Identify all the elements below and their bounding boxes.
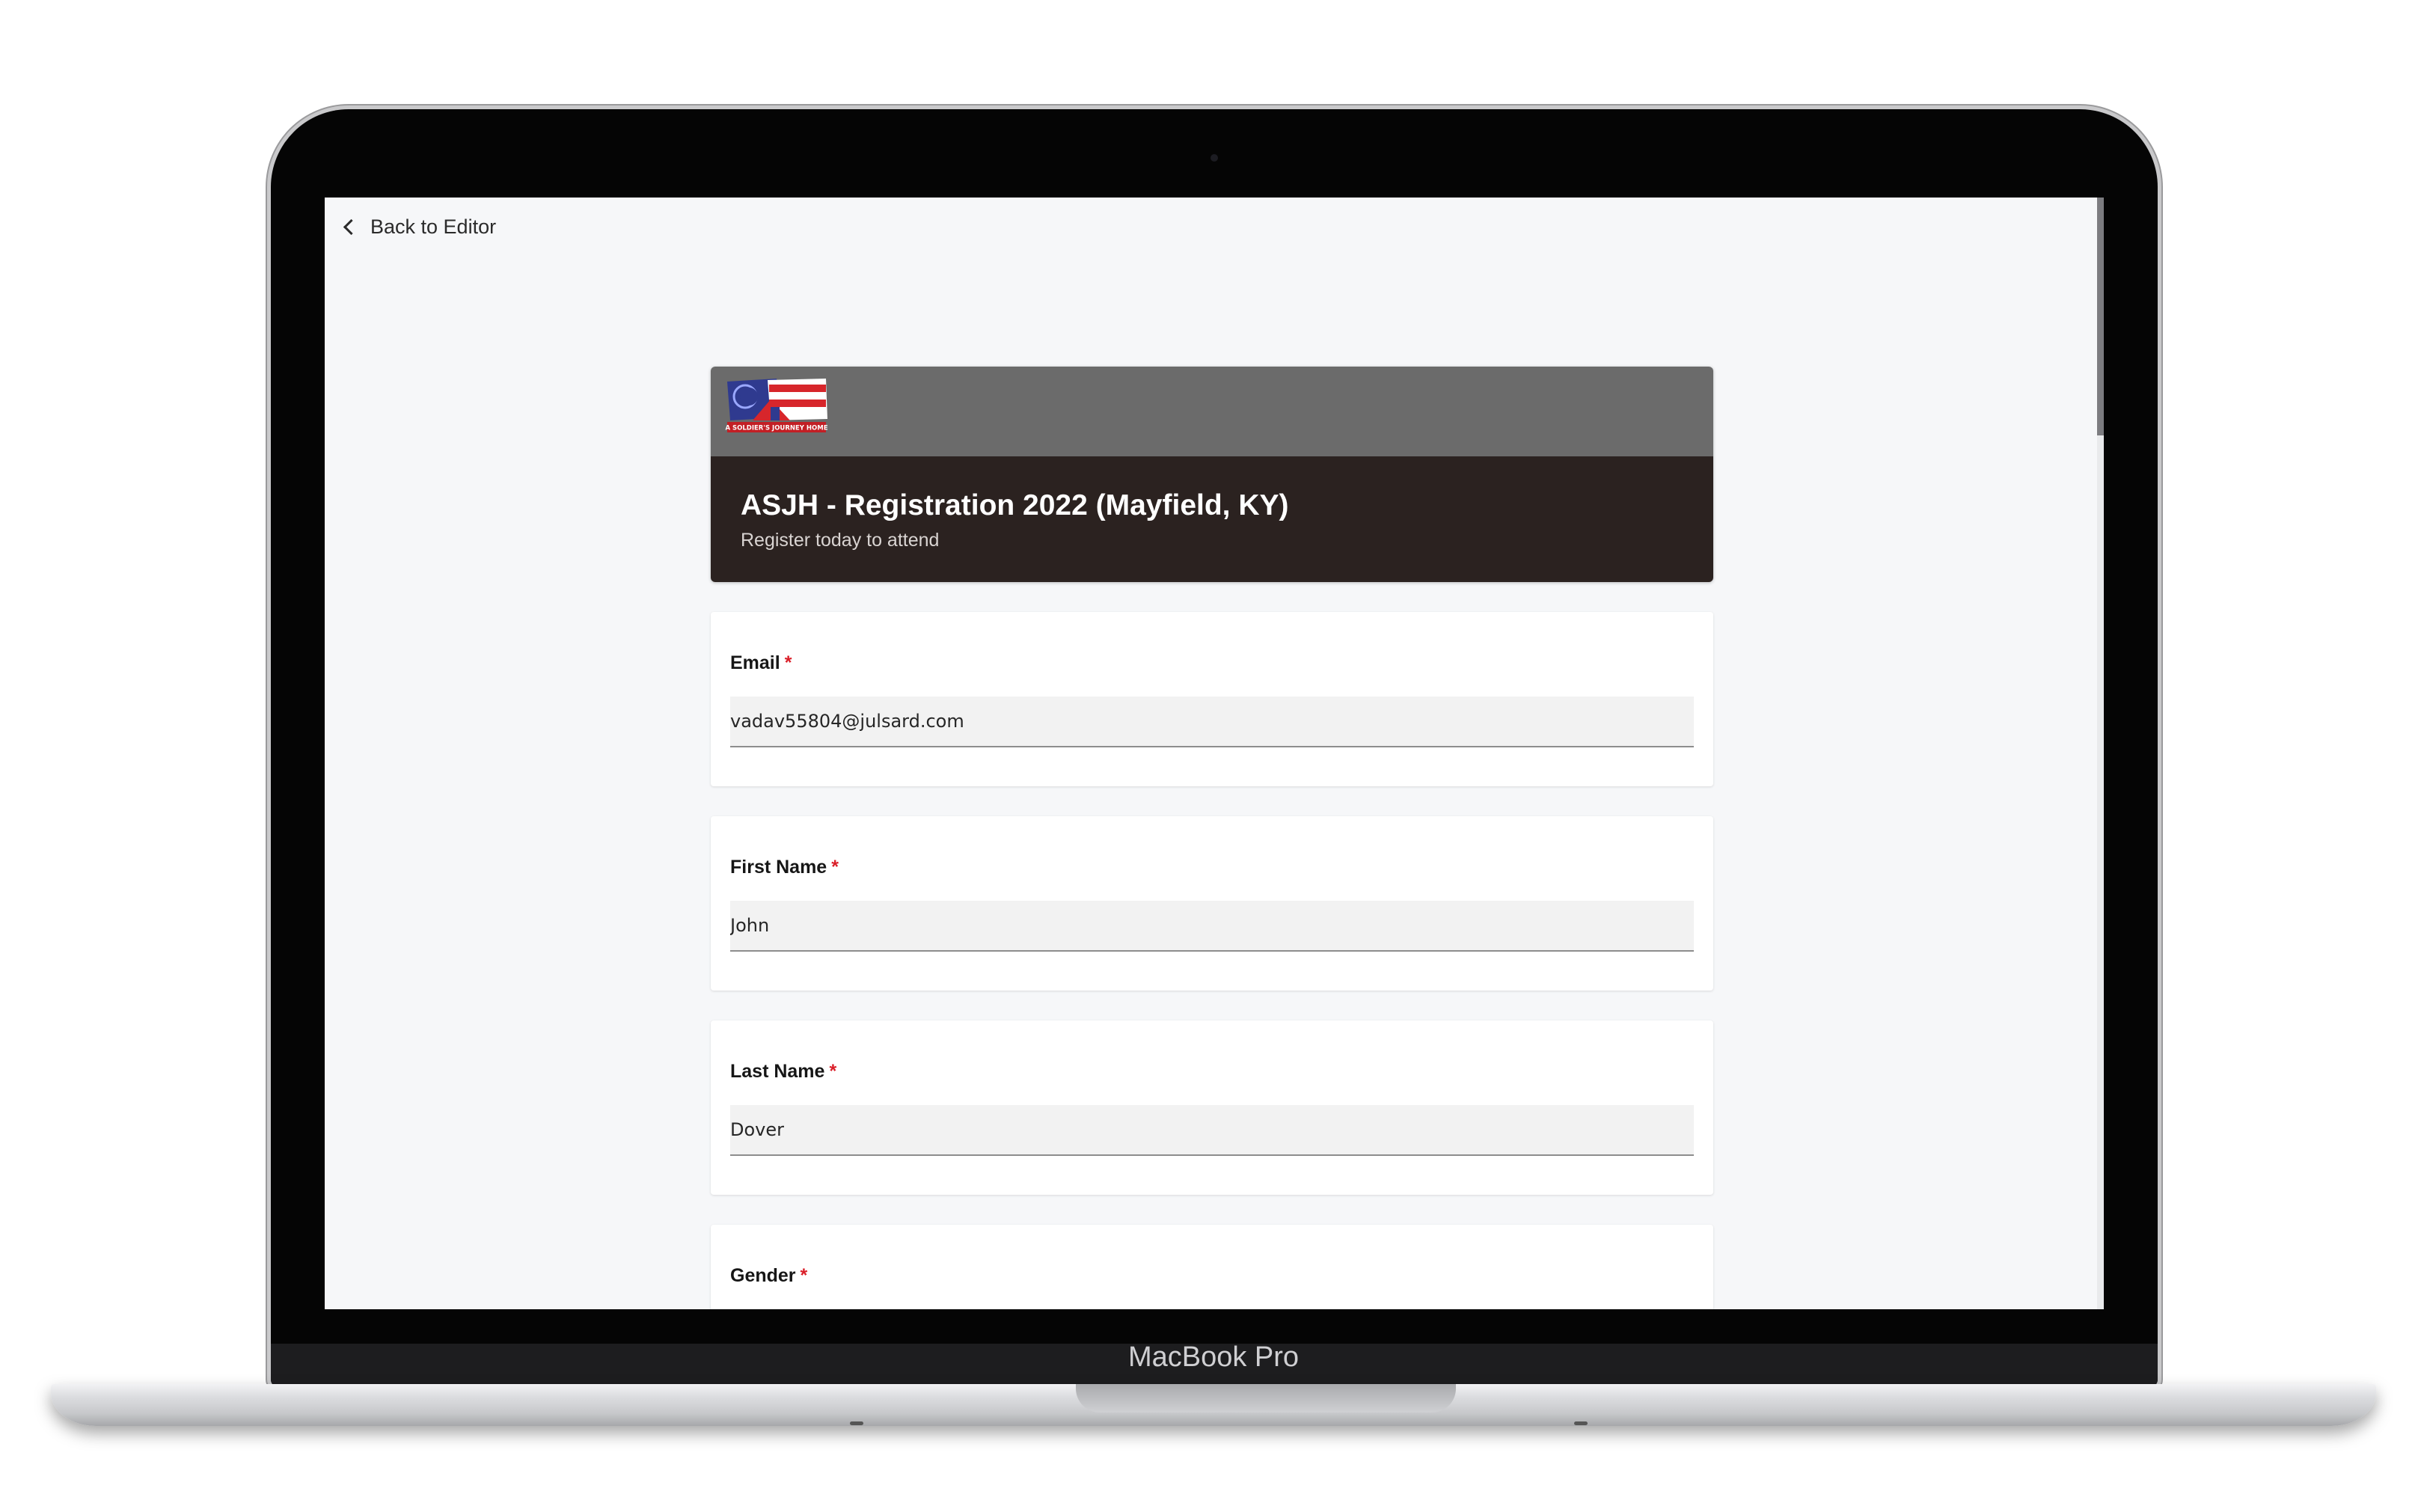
required-asterisk: * xyxy=(800,1265,808,1286)
gender-label-text: Gender xyxy=(730,1265,796,1286)
email-field-card: Email * xyxy=(711,612,1713,786)
logo-text: A SOLDIER'S JOURNEY HOME xyxy=(725,425,827,432)
form-title: ASJH - Registration 2022 (Mayfield, KY) xyxy=(741,489,1289,521)
form-container: A SOLDIER'S JOURNEY HOME ASJH - Registra… xyxy=(711,367,1713,1309)
back-to-editor-link[interactable]: Back to Editor xyxy=(343,215,496,239)
first-name-label: First Name * xyxy=(730,857,1694,878)
organization-logo: A SOLDIER'S JOURNEY HOME xyxy=(724,377,829,440)
last-name-field-card: Last Name * xyxy=(711,1020,1713,1195)
form-header-body: ASJH - Registration 2022 (Mayfield, KY) … xyxy=(711,456,1713,582)
laptop-foot xyxy=(850,1421,863,1425)
scrollbar-track[interactable] xyxy=(2097,198,2104,1309)
screen: Back to Editor A SOLDIER'S JOURNEY HOME xyxy=(325,198,2104,1309)
last-name-label: Last Name * xyxy=(730,1061,1694,1083)
device-brand-label: MacBook Pro xyxy=(1127,1341,1300,1373)
scrollbar-thumb[interactable] xyxy=(2097,198,2104,435)
gender-field-card: Gender * xyxy=(711,1225,1713,1309)
chevron-left-icon xyxy=(343,218,360,236)
form-subtitle: Register today to attend xyxy=(741,530,940,551)
email-input[interactable] xyxy=(730,697,1694,747)
gender-label: Gender * xyxy=(730,1265,1694,1287)
required-asterisk: * xyxy=(784,652,792,673)
required-asterisk: * xyxy=(831,857,839,878)
first-name-label-text: First Name xyxy=(730,857,827,878)
email-label-text: Email xyxy=(730,652,780,673)
form-header-band: A SOLDIER'S JOURNEY HOME xyxy=(711,367,1713,456)
form-header-card: A SOLDIER'S JOURNEY HOME ASJH - Registra… xyxy=(711,367,1713,582)
first-name-field-card: First Name * xyxy=(711,816,1713,991)
laptop-foot xyxy=(1574,1421,1588,1425)
last-name-label-text: Last Name xyxy=(730,1061,825,1082)
laptop-notch xyxy=(1076,1384,1456,1412)
required-asterisk: * xyxy=(829,1061,837,1082)
last-name-input[interactable] xyxy=(730,1105,1694,1156)
back-to-editor-label: Back to Editor xyxy=(370,215,497,238)
camera-dot xyxy=(1211,154,1218,162)
email-label: Email * xyxy=(730,652,1694,674)
laptop-base xyxy=(51,1384,2376,1426)
first-name-input[interactable] xyxy=(730,901,1694,952)
